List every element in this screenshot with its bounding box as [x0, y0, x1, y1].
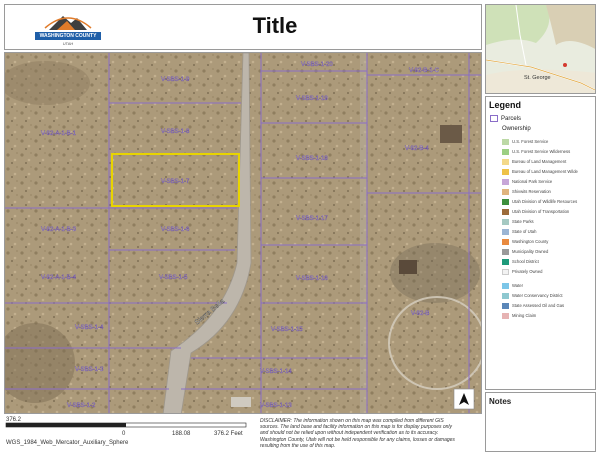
legend-item-label: State of Utah [512, 229, 537, 234]
aerial-map[interactable]: V-SBS-1-9 V-SBS-1-20 V-92-B-1-C V-92-A-1… [5, 53, 482, 414]
parcel-label[interactable]: V-SBS-1-8 [161, 129, 190, 135]
parcel-label[interactable]: V-SBS-1-16 [296, 276, 329, 282]
legend-swatch [502, 189, 509, 195]
county-logo: WASHINGTON COUNTY UTAH [35, 10, 101, 48]
parcel-label[interactable]: V-92-B-1-C [409, 68, 440, 74]
logo-text: WASHINGTON COUNTY [35, 32, 101, 40]
legend-item-label: U.S. Forest Service [512, 139, 549, 144]
parcel-label[interactable]: V-92-B-4 [405, 146, 430, 152]
parcel-label[interactable]: V-SBS-1-3 [75, 367, 104, 373]
location-marker-icon [563, 63, 567, 67]
legend-parcels-item: Parcels [490, 115, 521, 122]
legend-swatch [502, 249, 509, 255]
parcel-label[interactable]: V-SBS-1-17 [296, 216, 329, 222]
parcel-label[interactable]: V-SBS-1-14 [260, 369, 293, 375]
map-header: WASHINGTON COUNTY UTAH Title [4, 4, 482, 50]
legend-item-label: State Parks [512, 219, 534, 224]
parcel-label[interactable]: V-SBS-1-19 [296, 96, 329, 102]
parcel-label[interactable]: V-SBS-1-7 [161, 179, 190, 185]
legend-item-label: Water Conservancy District [512, 293, 563, 298]
legend-item-label: Bureau of Land Management [512, 159, 567, 164]
mountain-logo-icon [44, 16, 92, 30]
building [231, 397, 251, 407]
parcel-label[interactable]: V-SBS-1-15 [271, 327, 304, 333]
legend-swatch [502, 209, 509, 215]
parcel-label[interactable]: V-SBS-1-4 [75, 325, 104, 331]
legend-item-label: U.S. Forest Service Wilderness [512, 149, 571, 154]
legend-swatch [502, 149, 509, 155]
parcel-label[interactable]: V-SBS-1-18 [296, 156, 329, 162]
inset-map[interactable]: St. George [486, 5, 596, 94]
inset-city-label: St. George [524, 75, 551, 81]
legend-panel: Legend Parcels Ownership U.S. Forest Ser… [485, 96, 596, 390]
legend-swatch [502, 139, 509, 145]
legend-parcels-label: Parcels [501, 116, 522, 123]
legend-item-label: Mining Claim [512, 313, 537, 318]
legend-swatch [502, 219, 509, 225]
legend-title: Legend [489, 100, 522, 110]
legend-item-label: Utah Division of Transportation [512, 209, 570, 214]
page-title: Title [252, 13, 298, 38]
legend-swatch [502, 159, 509, 165]
disclaimer-text: DISCLAIMER: The information shown on thi… [260, 418, 455, 449]
notes-panel: Notes [485, 392, 596, 452]
legend-swatch [502, 283, 509, 289]
legend-item-label: Washington County [512, 239, 549, 244]
building [440, 125, 462, 143]
parcel-label[interactable]: V-SBS-1-20 [301, 62, 334, 68]
scale-bar-area: 376.2 0 188.08 376.2 Feet DISCLAIMER: Th… [4, 414, 476, 452]
parcel-label[interactable]: V-SBS-1-2 [67, 403, 96, 409]
north-arrow-icon [453, 388, 475, 410]
parcel-label[interactable]: V-92-A-1-B-3 [41, 227, 77, 233]
legend-ownership-header: Ownership [502, 126, 531, 132]
legend-swatch [502, 229, 509, 235]
inset-locator-map[interactable]: St. George [485, 4, 596, 94]
parcel-label[interactable]: V-92-B [411, 311, 430, 317]
legend-item-label: State Assessed Oil and Gas [512, 303, 565, 308]
legend-swatch [502, 303, 509, 309]
legend-item-label: Shivwits Reservation [512, 189, 551, 194]
logo-subtext: UTAH [62, 41, 74, 46]
parcel-label[interactable]: V-SBS-1-13 [260, 403, 293, 409]
scale-bar: 376.2 0 188.08 376.2 Feet [5, 417, 247, 437]
legend-swatch [502, 199, 509, 205]
legend-item-label: National Park Service [512, 179, 553, 184]
parcel-label[interactable]: V-SBS-1-5 [159, 275, 188, 281]
building [399, 260, 417, 274]
spatial-reference: WGS_1984_Web_Mercator_Auxiliary_Sphere [6, 440, 129, 446]
parcel-swatch [490, 115, 498, 122]
legend-item-label: Municipality Owned [512, 249, 549, 254]
scale-zero-label: 0 [122, 431, 126, 437]
legend-swatch [502, 293, 509, 299]
legend-swatch [502, 313, 509, 319]
legend-item-label: School District [512, 259, 539, 264]
legend-swatch [502, 179, 509, 185]
legend-item-label: Water [512, 283, 524, 288]
legend-swatch [502, 269, 509, 275]
map-view[interactable]: V-SBS-1-9 V-SBS-1-20 V-92-B-1-C V-92-A-1… [4, 52, 482, 414]
notes-title: Notes [489, 397, 512, 406]
legend-swatch [502, 239, 509, 245]
scale-left-label: 376.2 [6, 417, 22, 423]
legend-item-label: Bureau of Land Management Wilde [512, 169, 578, 174]
parcel-label[interactable]: V-92-A-1-B-4 [41, 275, 77, 281]
parcel-label[interactable]: V-92-A-1-B-1 [41, 131, 77, 137]
legend-item-label: Privately Owned [512, 269, 543, 274]
scale-mid-label: 188.08 [172, 431, 191, 437]
scale-right-label: 376.2 Feet [214, 431, 243, 437]
legend-swatch [502, 169, 509, 175]
parcel-label[interactable]: V-SBS-1-9 [161, 77, 190, 83]
legend-swatch [502, 259, 509, 265]
legend-item-label: Utah Division of Wildlife Resources [512, 199, 578, 204]
parcel-label[interactable]: V-SBS-1-6 [161, 227, 190, 233]
